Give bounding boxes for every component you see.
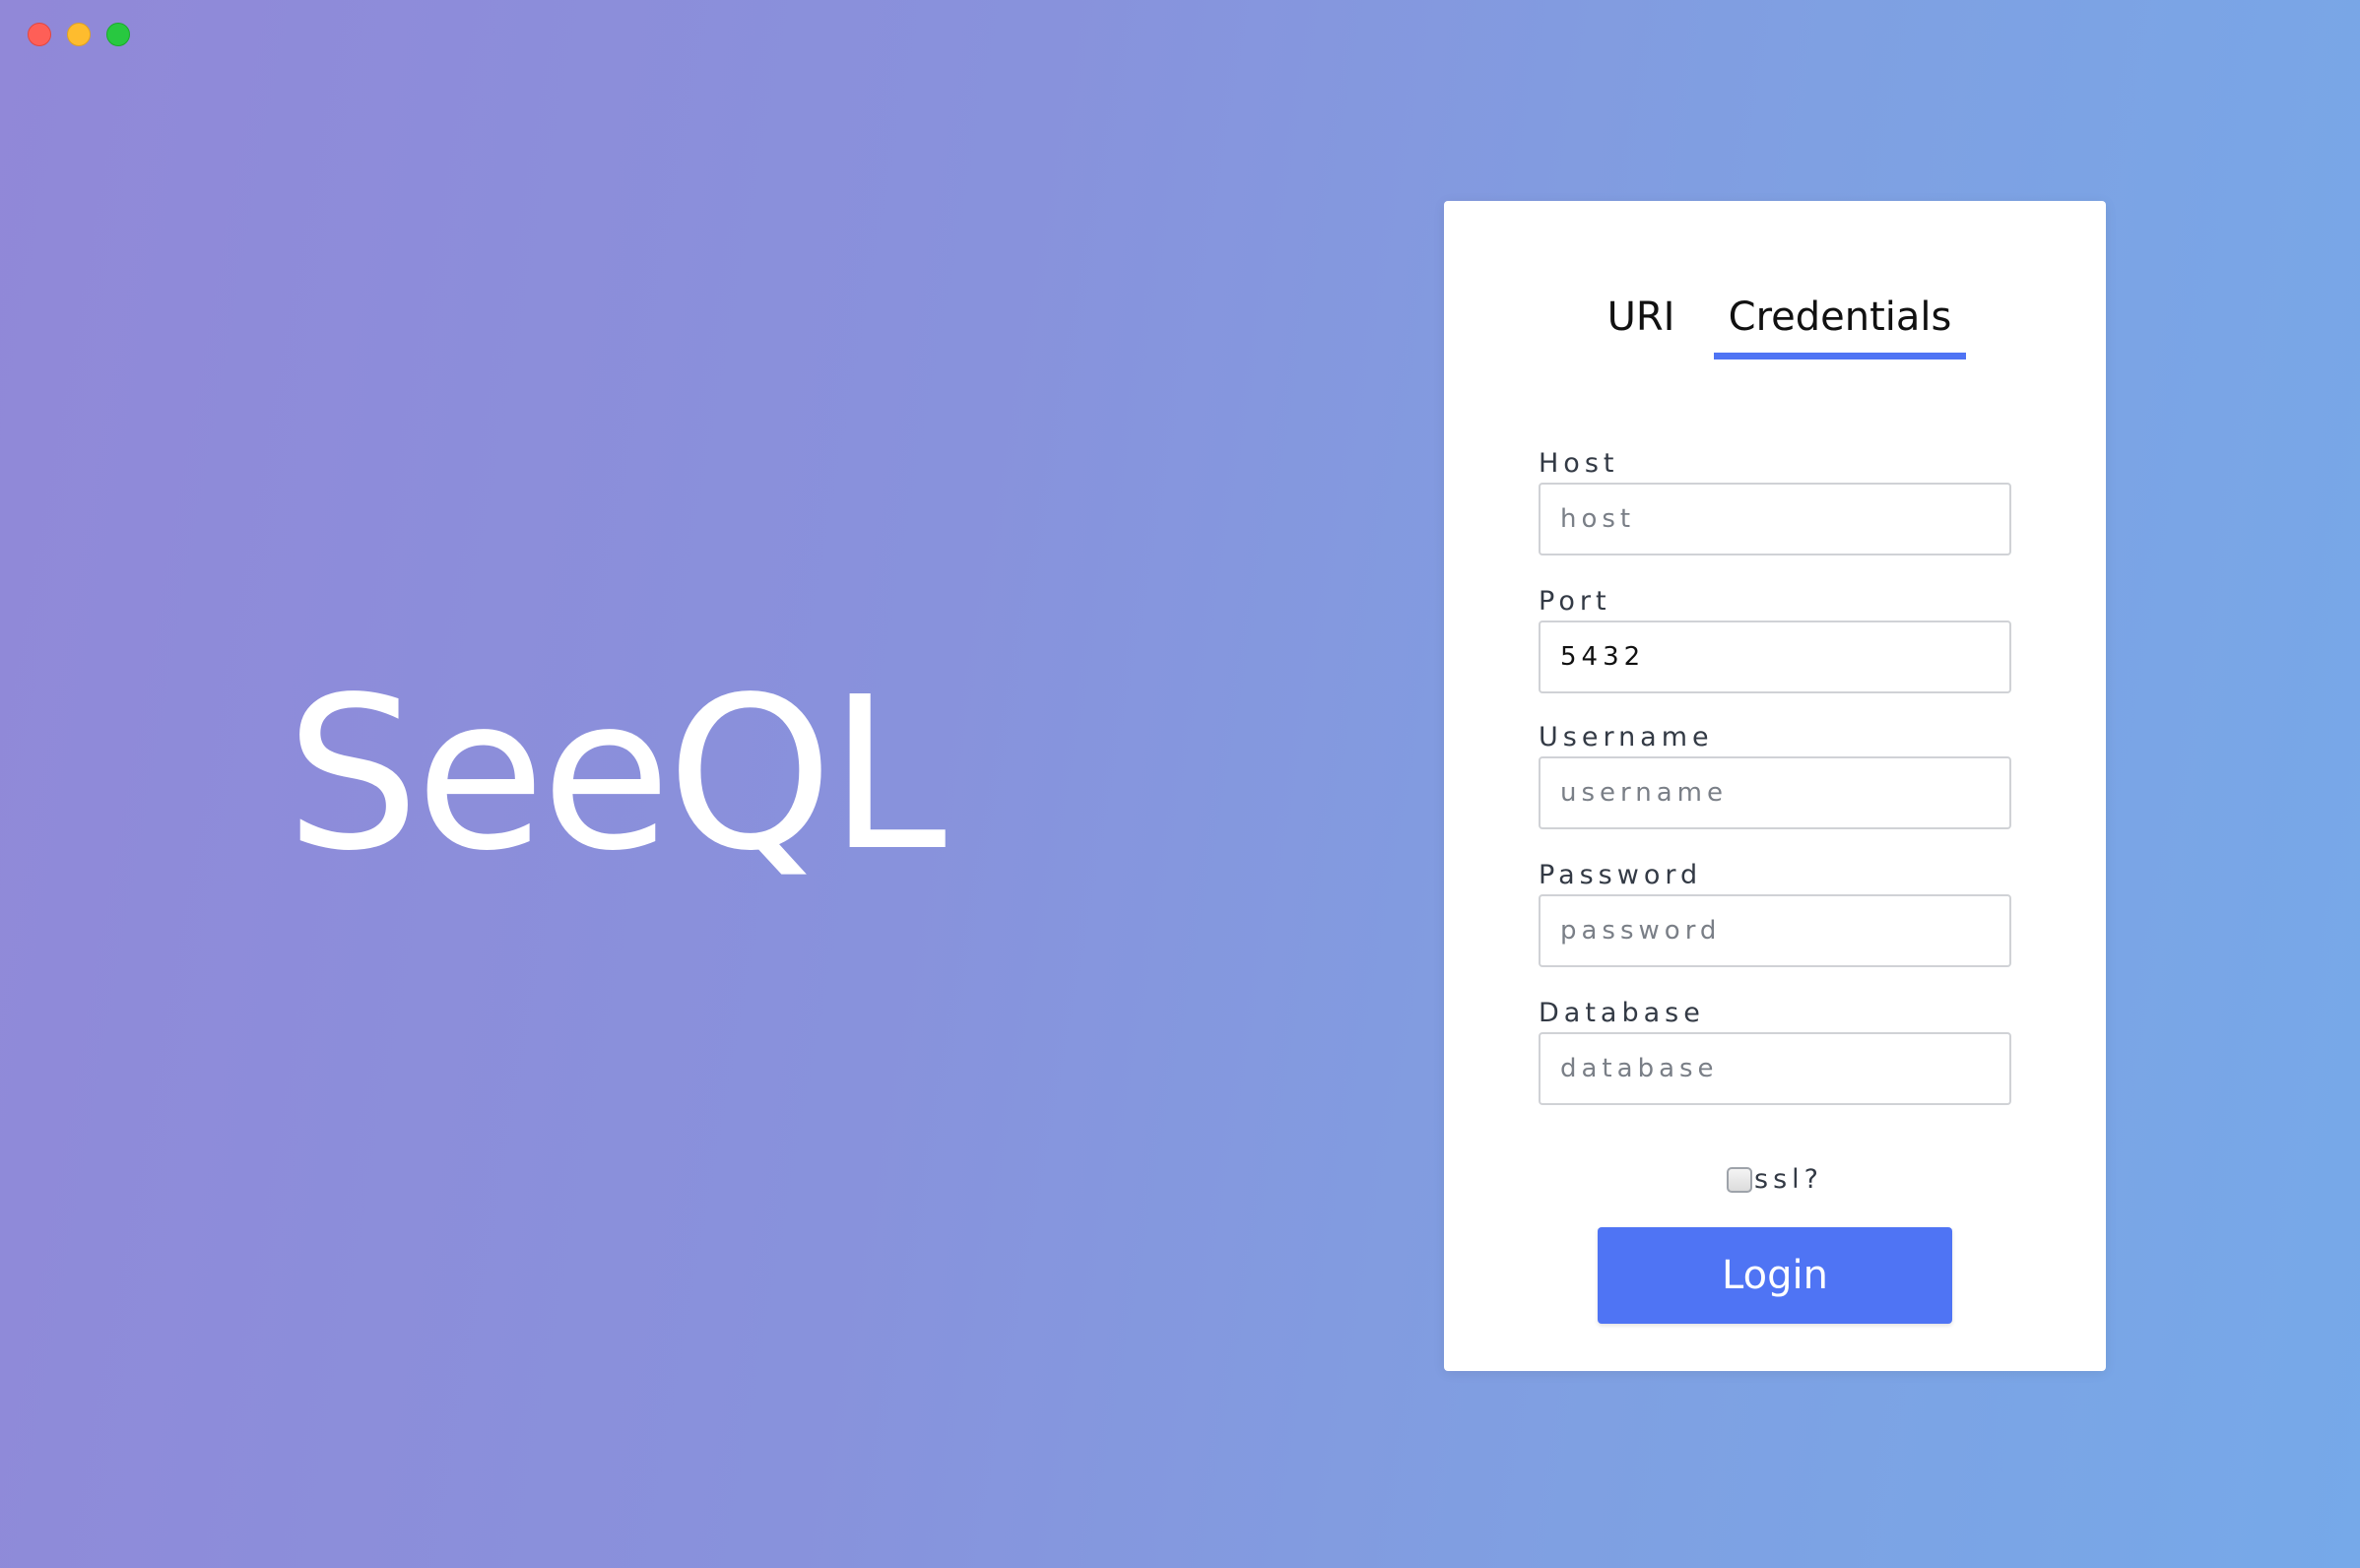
- database-input[interactable]: [1539, 1032, 2011, 1105]
- host-label: Host: [1539, 448, 1619, 479]
- ssl-label: ssl?: [1754, 1164, 1823, 1195]
- login-card: URI Credentials Host Port Username Passw…: [1444, 201, 2106, 1371]
- ssl-option: ssl?: [1444, 1164, 2106, 1204]
- username-label: Username: [1539, 722, 1714, 752]
- tab-credentials[interactable]: Credentials: [1714, 288, 1966, 347]
- ssl-checkbox[interactable]: [1727, 1166, 1753, 1193]
- tab-uri[interactable]: URI: [1582, 288, 1700, 347]
- active-tab-indicator: [1714, 353, 1966, 359]
- app-logo: SeeQL: [286, 652, 947, 897]
- username-input[interactable]: [1539, 756, 2011, 829]
- login-button[interactable]: Login: [1598, 1227, 1952, 1324]
- window-close-button[interactable]: [28, 23, 51, 46]
- host-input[interactable]: [1539, 483, 2011, 555]
- password-label: Password: [1539, 860, 1703, 890]
- port-label: Port: [1539, 586, 1611, 617]
- window-zoom-button[interactable]: [106, 23, 130, 46]
- port-input[interactable]: [1539, 621, 2011, 693]
- password-input[interactable]: [1539, 894, 2011, 967]
- database-label: Database: [1539, 998, 1705, 1028]
- window-minimize-button[interactable]: [67, 23, 91, 46]
- app-window: SeeQL URI Credentials Host Port Username…: [0, 0, 2360, 1568]
